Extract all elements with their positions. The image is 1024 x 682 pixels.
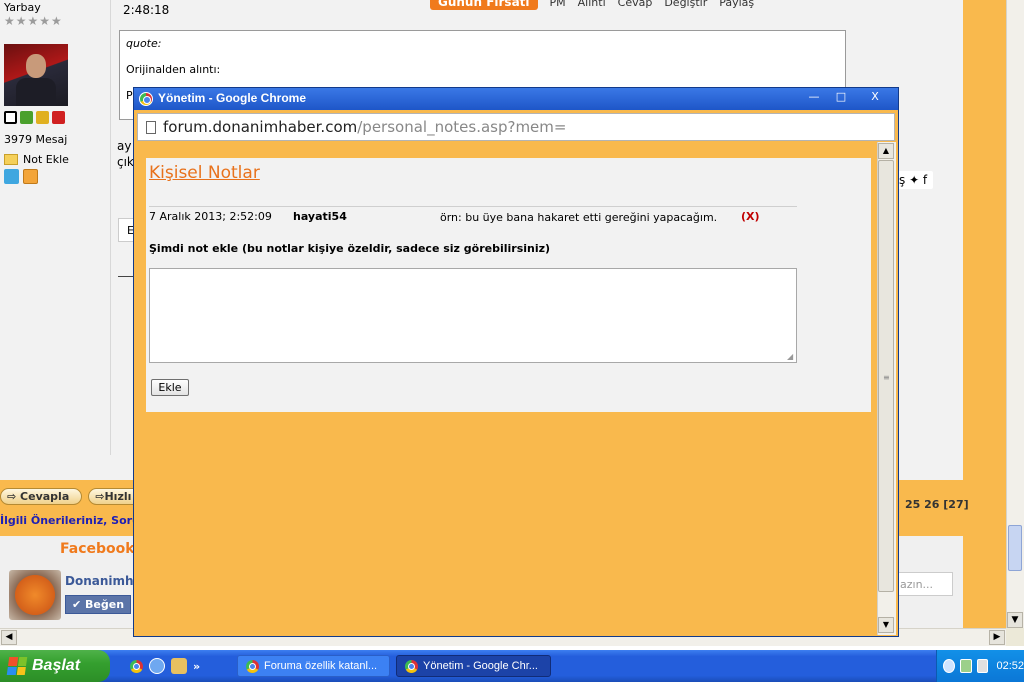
url-host: forum.donanimhaber.com	[163, 118, 358, 136]
minimize-button[interactable]: —	[803, 90, 825, 106]
popup-titlebar[interactable]: Yönetim - Google Chrome — □ X	[134, 88, 898, 110]
scroll-left-arrow-icon[interactable]: ◀	[1, 630, 17, 645]
home-icon[interactable]	[23, 169, 38, 184]
quote-link[interactable]: Alıntı	[578, 0, 606, 9]
quote-source: Orijinalden alıntı:	[126, 63, 221, 76]
rank-stars: ★★★★★	[4, 14, 63, 28]
main-vertical-scroll-thumb[interactable]	[1008, 525, 1022, 571]
notes-divider	[149, 206, 797, 207]
twitter-icon[interactable]	[4, 169, 19, 184]
scroll-down-arrow-icon[interactable]: ▼	[878, 617, 894, 633]
chrome-icon	[405, 659, 418, 673]
quicklaunch-more-icon[interactable]: »	[193, 660, 200, 673]
suggestions-link[interactable]: İlgili Önerileriniz, Sorun	[0, 514, 148, 527]
post-body-text: ay	[117, 139, 132, 153]
maximize-button[interactable]: □	[830, 90, 852, 106]
note-text: örn: bu üye bana hakaret etti gereğini y…	[440, 211, 718, 224]
address-bar[interactable]: forum.donanimhaber.com/personal_notes.as…	[137, 113, 895, 141]
start-label: Başlat	[32, 657, 81, 674]
post-time: 2:48:18	[123, 3, 170, 17]
post-inline-box: E	[118, 218, 134, 242]
scroll-down-arrow-icon[interactable]: ▼	[1007, 612, 1023, 628]
taskbar-item-label: Foruma özellik katanl...	[264, 660, 378, 672]
tool-icon[interactable]	[171, 658, 187, 674]
add-note-label: Not Ekle	[23, 153, 69, 166]
page-title[interactable]: Kişisel Notlar	[149, 163, 260, 183]
chrome-icon	[139, 92, 153, 106]
resize-grip-icon[interactable]: ◢	[787, 353, 795, 361]
note-username: hayati54	[293, 210, 347, 223]
url-path: /personal_notes.asp?mem=	[357, 118, 567, 136]
user-column-divider	[110, 0, 111, 455]
status-red	[52, 111, 65, 124]
scrollbar-corner	[1006, 628, 1024, 646]
edit-link[interactable]: Değiştir	[664, 0, 707, 9]
add-note-button[interactable]: Ekle	[151, 379, 189, 396]
chrome-icon[interactable]	[130, 659, 143, 673]
reply-buttons: ⇨ Cevapla ⇨Hızlı	[0, 488, 145, 505]
taskbar-item-active[interactable]: Yönetim - Google Chr...	[396, 655, 551, 677]
folder-icon	[4, 154, 18, 165]
share-link[interactable]: Paylaş	[719, 0, 754, 9]
popup-scroll-thumb[interactable]: ≡	[878, 160, 894, 592]
popup-window: Yönetim - Google Chrome — □ X forum.dona…	[133, 87, 899, 637]
facebook-comment-input[interactable]: azın...	[893, 572, 953, 596]
user-avatar[interactable]	[4, 44, 68, 106]
taskbar: Başlat » Foruma özellik katanl... Yöneti…	[0, 650, 1024, 682]
user-rank: Yarbay	[4, 1, 41, 14]
facebook-title: Facebook	[60, 541, 135, 557]
add-note-link[interactable]: Not Ekle	[4, 153, 69, 166]
deal-of-day-button[interactable]: Günün Fırsatı	[430, 0, 538, 10]
taskbar-item[interactable]: Foruma özellik katanl...	[237, 655, 390, 677]
popup-title: Yönetim - Google Chrome	[158, 91, 307, 105]
message-count: 3979 Mesaj	[4, 133, 68, 146]
quote-label: quote:	[126, 37, 162, 50]
url-text[interactable]: forum.donanimhaber.com/personal_notes.as…	[163, 118, 566, 136]
close-button[interactable]: X	[863, 90, 887, 106]
note-date: 7 Aralık 2013; 2:52:09	[149, 210, 272, 223]
add-note-heading: Şimdi not ekle (bu notlar kişiye özeldir…	[149, 242, 551, 255]
personal-notes-panel: Kişisel Notlar 7 Aralık 2013; 2:52:09 ha…	[146, 158, 871, 412]
windows-logo-icon	[6, 657, 28, 675]
clock[interactable]: 02:52	[996, 660, 1024, 672]
delete-note-link[interactable]: (X)	[741, 210, 760, 223]
reply-button[interactable]: ⇨ Cevapla	[0, 488, 83, 505]
volume-icon[interactable]	[976, 659, 989, 673]
post-body-text: çık	[117, 155, 134, 169]
user-social-links	[4, 169, 38, 184]
taskbar-item-label: Yönetim - Google Chr...	[423, 660, 538, 672]
pagination[interactable]: 25 26 [27]	[905, 498, 969, 511]
quick-launch: »	[130, 658, 200, 674]
status-green	[20, 111, 33, 124]
network-icon[interactable]	[959, 659, 972, 673]
share-bar[interactable]: ş ✦ f	[893, 171, 934, 189]
status-black	[4, 111, 17, 124]
system-tray: 02:52	[936, 650, 1024, 682]
post-separator	[118, 276, 134, 277]
scroll-up-arrow-icon[interactable]: ▲	[878, 143, 894, 159]
quick-reply-label: Hızlı	[104, 490, 132, 503]
pm-link[interactable]: PM	[550, 0, 566, 9]
grip-icon: ≡	[883, 373, 890, 382]
scroll-right-arrow-icon[interactable]: ▶	[989, 630, 1005, 645]
start-button[interactable]: Başlat	[0, 650, 110, 682]
browser-icon[interactable]	[149, 658, 165, 674]
facebook-like-button[interactable]: ✔ Beğen	[65, 595, 132, 614]
facebook-like-label: Beğen	[85, 598, 125, 611]
reply-button-label: Cevapla	[20, 490, 70, 503]
chrome-icon	[246, 659, 259, 673]
back-arrow-icon[interactable]	[943, 659, 955, 673]
facebook-page-name[interactable]: Donanimha	[65, 574, 142, 588]
status-yellow	[36, 111, 49, 124]
quote-text: P	[126, 89, 133, 102]
page-icon	[146, 121, 156, 134]
facebook-page-logo[interactable]	[9, 570, 61, 620]
user-status-indicators	[4, 111, 65, 124]
reply-link[interactable]: Cevap	[618, 0, 653, 9]
note-textarea[interactable]	[149, 268, 797, 363]
post-toolbar: Günün Fırsatı PM Alıntı Cevap Değiştir P…	[430, 0, 754, 10]
